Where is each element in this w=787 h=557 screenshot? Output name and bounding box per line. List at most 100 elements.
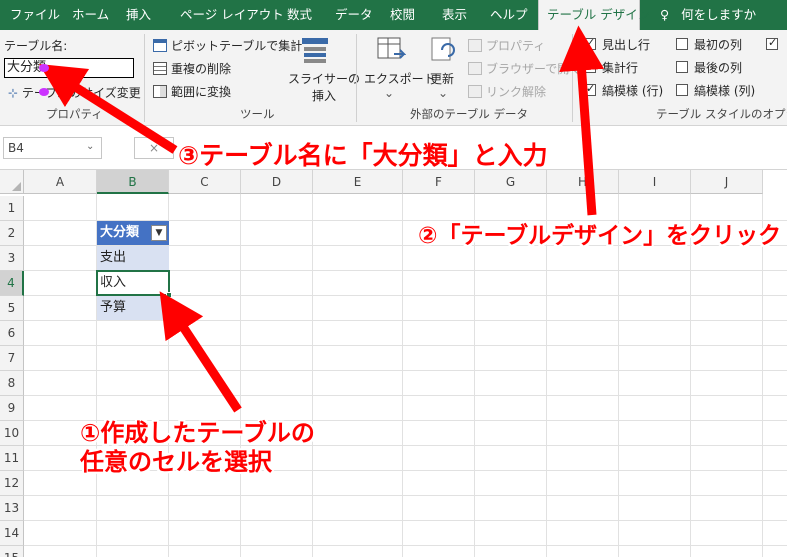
first-column-checkbox[interactable] [676,38,688,50]
remove-duplicates-button[interactable]: 重複の削除 [171,60,231,77]
row-gridline [24,545,787,546]
row-gridline [24,345,787,346]
column-header-b[interactable]: B [97,170,169,194]
row-header-10[interactable]: 10 [0,421,24,446]
banded-rows-label: 縞模様 (行) [602,84,664,98]
row-header-2[interactable]: 2 [0,221,24,246]
row-gridline [24,520,787,521]
ribbon-panel: テーブル名: 大分類 ⊹ テーブルのサイズ変更 プロパティ ピボットテーブルで集… [0,30,787,126]
tab-file[interactable]: ファイル [6,0,64,30]
tell-me-label: 何をしますか [681,7,757,22]
row-header-4[interactable]: 4 [0,271,24,296]
header-row-checkbox[interactable] [584,36,596,50]
column-header-e[interactable]: E [313,170,403,194]
chevron-down-icon: ⌄ [384,86,395,100]
tab-page-layout[interactable]: ページ レイアウト [176,0,288,30]
group-divider [356,34,357,122]
first-column-label: 最初の列 [694,38,743,52]
row-header-15[interactable]: 15 [0,546,24,557]
total-row-checkbox[interactable] [584,61,596,73]
step3-annotation: ③テーブル名に「大分類」と入力 [178,141,548,170]
chevron-down-icon: ⌄ [438,86,449,100]
column-header-j[interactable]: J [691,170,763,194]
table-name-input[interactable]: 大分類 [4,58,134,78]
lightbulb-icon: ♀ [660,7,670,22]
tab-review[interactable]: 校閲 [386,0,419,30]
tab-formulas[interactable]: 数式 [283,0,316,30]
row-header-8[interactable]: 8 [0,371,24,396]
row-header-7[interactable]: 7 [0,346,24,371]
row-gridline [24,395,787,396]
banded-columns-label: 縞模様 (列) [694,84,756,98]
group-divider [572,34,573,122]
column-header-f[interactable]: F [403,170,475,194]
resize-table-label: テーブルのサイズ変更 [21,86,141,100]
banded-rows-checkbox[interactable] [584,82,596,96]
unlink-icon [468,85,482,98]
resize-table-button[interactable]: ⊹ テーブルのサイズ変更 [8,84,141,101]
step1-annotation-line2: 任意のセルを選択 [80,448,272,476]
filter-button-checkbox[interactable] [766,36,778,50]
column-header-a[interactable]: A [24,170,97,194]
banded-columns-checkbox[interactable] [676,84,688,96]
table-cell[interactable]: 支出 [97,246,169,270]
tell-me-search[interactable]: ♀ 何をしますか [656,0,760,30]
row-header-14[interactable]: 14 [0,521,24,546]
open-in-browser-button[interactable]: ブラウザーで開く [486,60,581,77]
external-data-group-label: 外部のテーブル データ [410,107,528,121]
group-divider [144,34,145,122]
tools-group-label: ツール [240,107,275,121]
column-gridline [402,194,403,557]
select-all-corner[interactable] [0,170,24,194]
table-header-text: 大分類 [100,225,140,240]
cancel-entry-button[interactable]: × [134,137,174,159]
row-header-9[interactable]: 9 [0,396,24,421]
refresh-button[interactable]: 更新 [430,70,454,87]
column-header-h[interactable]: H [547,170,619,194]
table-name-label: テーブル名: [4,39,68,53]
insert-slicer-button[interactable]: スライサーの 挿入 [288,70,360,104]
row-gridline [24,320,787,321]
tab-data[interactable]: データ [331,0,377,30]
tab-insert[interactable]: 挿入 [122,0,155,30]
fill-handle[interactable] [166,292,172,298]
table-cell[interactable]: 予算 [97,296,169,320]
tab-table-design[interactable]: テーブル デザイン [538,0,650,30]
total-row-label: 集計行 [602,61,639,75]
column-header-i[interactable]: I [619,170,691,194]
column-gridline [312,194,313,557]
external-properties-button[interactable]: プロパティ [486,37,545,54]
refresh-icon [431,37,455,61]
row-header-13[interactable]: 13 [0,496,24,521]
step2-annotation: ②「テーブルデザイン」をクリック [418,223,782,249]
properties-icon [468,39,482,52]
summarize-pivot-button[interactable]: ピボットテーブルで集計 [171,37,302,54]
column-header-g[interactable]: G [475,170,547,194]
column-header-d[interactable]: D [241,170,313,194]
last-column-checkbox[interactable] [676,61,688,73]
column-header-c[interactable]: C [169,170,241,194]
properties-group-label: プロパティ [46,107,103,121]
convert-to-range-button[interactable]: 範囲に変換 [171,83,231,100]
row-header-5[interactable]: 5 [0,296,24,321]
ribbon-tab-bar: ファイル ホーム 挿入 ページ レイアウト 数式 データ 校閲 表示 ヘルプ テ… [0,0,787,30]
slicer-icon [302,38,328,63]
chevron-down-icon[interactable]: ⌄ [86,141,94,152]
row-header-11[interactable]: 11 [0,446,24,471]
filter-dropdown-button[interactable]: ▼ [151,225,167,241]
tab-home[interactable]: ホーム [68,0,113,30]
tab-help[interactable]: ヘルプ [486,0,532,30]
row-header-6[interactable]: 6 [0,321,24,346]
row-gridline [24,370,787,371]
last-column-label: 最後の列 [694,61,743,75]
unlink-button[interactable]: リンク解除 [486,83,546,100]
export-icon [377,37,406,59]
tab-view[interactable]: 表示 [438,0,471,30]
row-header-12[interactable]: 12 [0,471,24,496]
column-gridline [240,194,241,557]
row-header-3[interactable]: 3 [0,246,24,271]
row-header-1[interactable]: 1 [0,196,24,221]
browser-icon [468,62,482,75]
style-options-group-label: テーブル スタイルのオプション [656,107,787,121]
export-button[interactable]: エクスポート [364,70,436,87]
